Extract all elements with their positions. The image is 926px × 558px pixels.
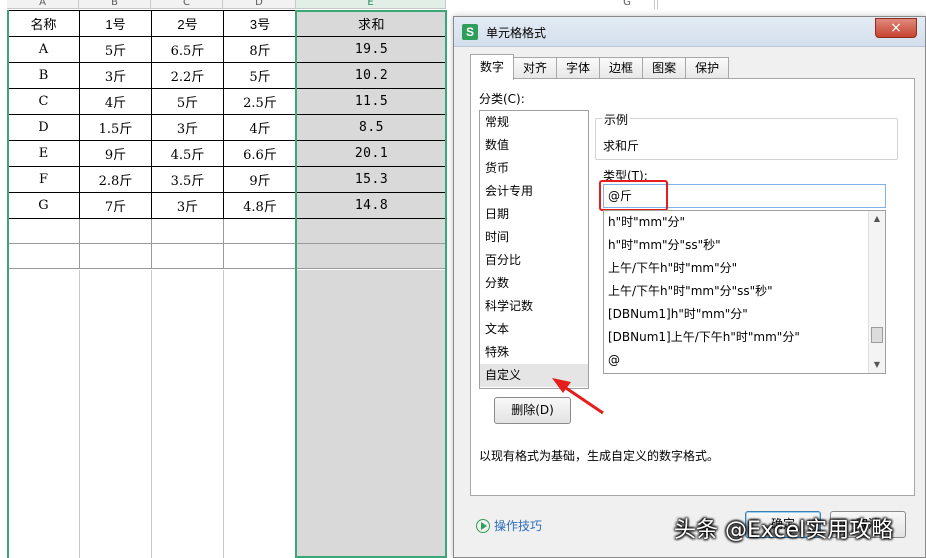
tab-number[interactable]: 数字 [470,54,515,80]
watermark: 头条 @Excel实用攻略 [674,518,894,543]
arrow-shaft [562,384,604,415]
arrow-annotation [552,378,604,415]
